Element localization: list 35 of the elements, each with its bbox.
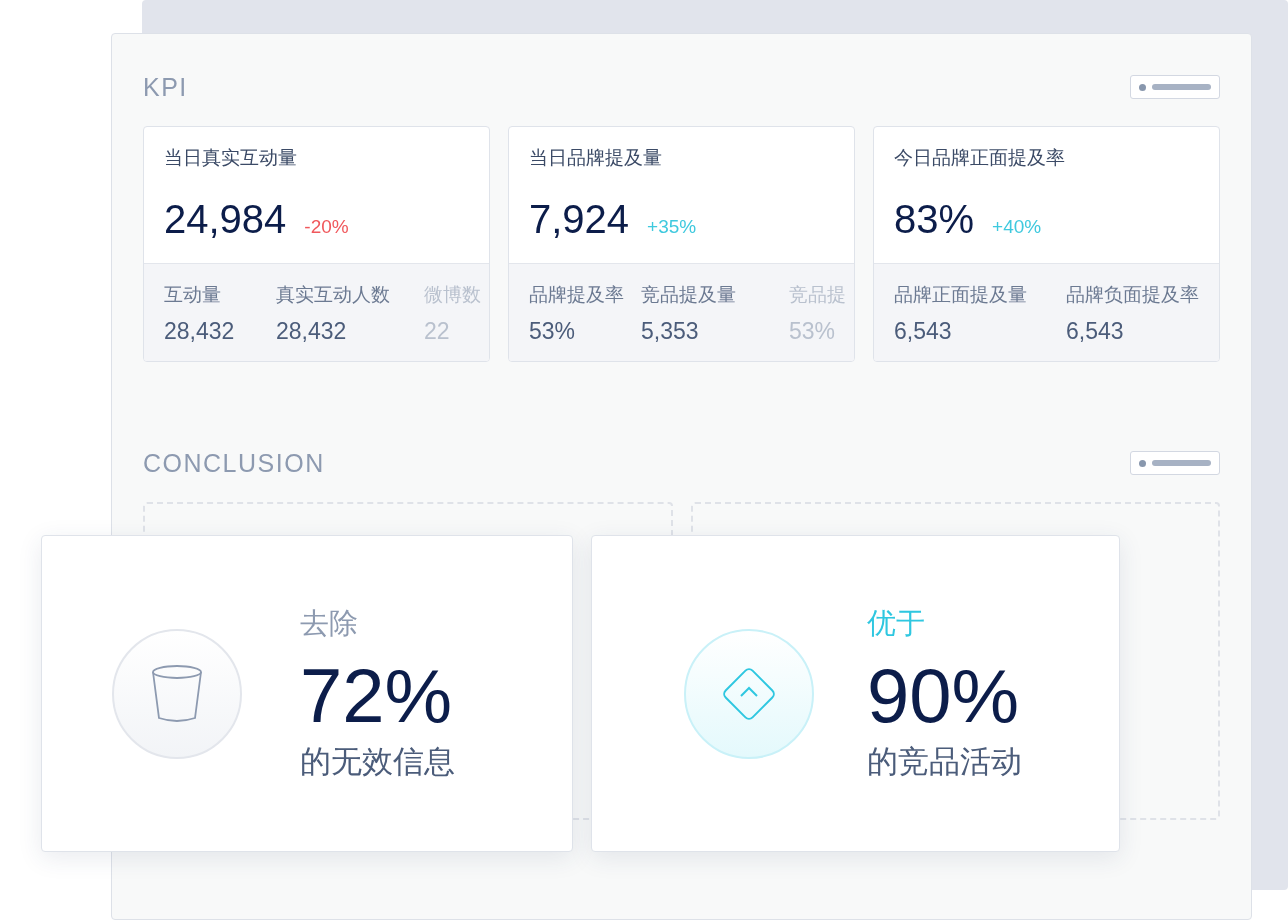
section-title: KPI bbox=[143, 72, 188, 102]
conclusion-caption: 的竞品活动 bbox=[867, 743, 1022, 782]
conclusion-label: 去除 bbox=[300, 605, 359, 641]
metric-value: 28,432 bbox=[276, 318, 348, 345]
metric-value: 6,543 bbox=[894, 318, 953, 345]
kpi-change: +35% bbox=[647, 216, 697, 238]
metric-value: 5,353 bbox=[641, 318, 700, 345]
metric-label: 品牌提及率 bbox=[529, 283, 625, 307]
toggle-control[interactable] bbox=[1130, 451, 1220, 475]
toggle-control[interactable] bbox=[1130, 75, 1220, 99]
metric-value: 53% bbox=[529, 318, 577, 345]
conclusion-caption: 的无效信息 bbox=[300, 743, 455, 782]
section-title: CONCLUSION bbox=[143, 448, 325, 478]
conclusion-label: 优于 bbox=[867, 605, 926, 641]
kpi-title: 当日品牌提及量 bbox=[529, 147, 662, 168]
kpi-title: 今日品牌正面提及率 bbox=[894, 147, 1065, 168]
kpi-change: -20% bbox=[304, 216, 349, 238]
metric-value: 53% bbox=[789, 318, 837, 345]
kpi-value: 83% bbox=[894, 197, 975, 242]
kpi-title: 当日真实互动量 bbox=[164, 147, 297, 168]
metric-value: 22 bbox=[424, 318, 451, 345]
metric-label: 品牌负面提及率 bbox=[1066, 283, 1200, 307]
metric-label: 竞品提 bbox=[789, 283, 847, 307]
metric-label: 品牌正面提及量 bbox=[894, 283, 1028, 307]
conclusion-value: 90% bbox=[867, 653, 1021, 738]
metric-label: 互动量 bbox=[164, 283, 222, 307]
kpi-value: 24,984 bbox=[164, 197, 287, 242]
metric-label: 真实互动人数 bbox=[276, 283, 391, 307]
kpi-value: 7,924 bbox=[529, 197, 630, 242]
metric-value: 28,432 bbox=[164, 318, 236, 345]
metric-label: 微博数 bbox=[424, 283, 482, 307]
metric-label: 竞品提及量 bbox=[641, 283, 737, 307]
kpi-change: +40% bbox=[992, 216, 1042, 238]
metric-value: 6,543 bbox=[1066, 318, 1125, 345]
conclusion-value: 72% bbox=[300, 653, 454, 738]
